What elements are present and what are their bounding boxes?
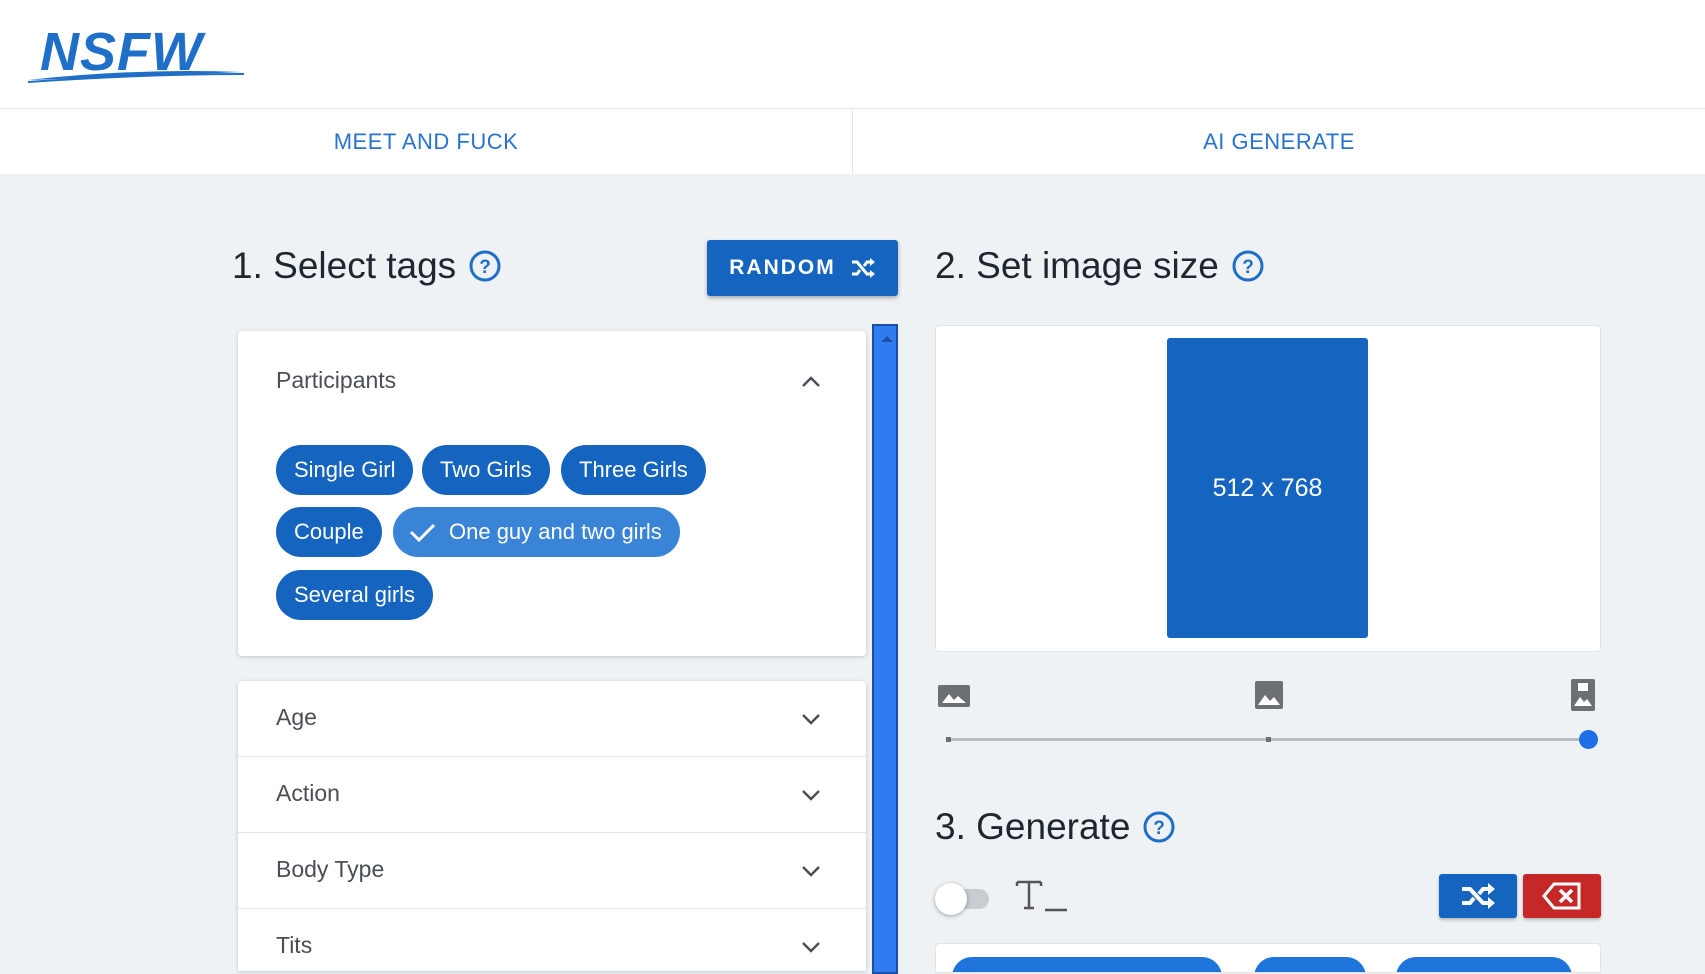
image-size-label: 512 x 768 bbox=[1212, 473, 1323, 502]
tags-scrollbar[interactable] bbox=[872, 324, 898, 974]
step1-heading: 1. Select tags ? bbox=[232, 245, 502, 287]
square-image-icon[interactable] bbox=[1252, 678, 1286, 712]
chip-label: Single Girl bbox=[294, 457, 396, 482]
shuffle-icon bbox=[851, 258, 875, 278]
top-bar: NSFW bbox=[0, 0, 1705, 109]
random-button-label: RANDOM bbox=[729, 256, 836, 279]
chip-two-girls[interactable]: Two Girls bbox=[422, 445, 550, 495]
main-nav: MEET AND FUCK AI GENERATE bbox=[0, 109, 1705, 174]
step2-heading: 2. Set image size ? bbox=[935, 245, 1265, 287]
backspace-icon bbox=[1542, 882, 1581, 910]
landscape-image-icon[interactable] bbox=[937, 678, 971, 712]
chip-single-girl[interactable]: Single Girl bbox=[276, 445, 414, 495]
chip-couple[interactable]: Couple bbox=[276, 507, 382, 557]
shuffle-icon bbox=[1462, 883, 1495, 909]
random-button[interactable]: RANDOM bbox=[707, 240, 898, 296]
svg-text:?: ? bbox=[1242, 257, 1254, 278]
svg-text:?: ? bbox=[479, 257, 491, 278]
participants-panel: Participants Single Girl Two Girls Three… bbox=[238, 331, 866, 656]
brand-logo[interactable]: NSFW bbox=[26, 22, 266, 94]
chevron-up-icon[interactable] bbox=[800, 371, 822, 393]
chip-label: One guy and two girls bbox=[449, 519, 662, 544]
chevron-down-icon bbox=[802, 790, 820, 801]
panel-title: Age bbox=[276, 704, 317, 730]
text-input-icon bbox=[1015, 880, 1067, 912]
chip-label: Two Girls bbox=[440, 457, 532, 482]
panel-title: Tits bbox=[276, 932, 313, 958]
clear-tags-button[interactable] bbox=[1523, 874, 1601, 918]
chip-label: Couple bbox=[294, 519, 364, 544]
help-icon[interactable]: ? bbox=[1231, 249, 1265, 283]
generated-tag-chip[interactable] bbox=[1396, 957, 1572, 972]
size-slider-thumb[interactable] bbox=[1579, 730, 1598, 749]
step3-heading: 3. Generate ? bbox=[935, 806, 1176, 848]
chip-label: Three Girls bbox=[579, 457, 688, 482]
chip-one-guy-two-girls[interactable]: One guy and two girls bbox=[393, 507, 680, 557]
step1-title: 1. Select tags bbox=[232, 245, 457, 286]
help-icon[interactable]: ? bbox=[1142, 810, 1176, 844]
text-mode-toggle[interactable] bbox=[935, 882, 995, 915]
panel-action[interactable]: Action bbox=[238, 757, 866, 833]
tag-category-list: Age Action Body Type Tits bbox=[238, 681, 866, 971]
panel-tits[interactable]: Tits bbox=[238, 909, 866, 971]
svg-text:?: ? bbox=[1154, 818, 1166, 839]
participants-panel-title: Participants bbox=[276, 367, 397, 393]
image-size-preview: 512 x 768 bbox=[1167, 338, 1368, 638]
chip-label: Several girls bbox=[294, 582, 416, 607]
chevron-down-icon bbox=[802, 866, 820, 877]
panel-body-type[interactable]: Body Type bbox=[238, 833, 866, 909]
chevron-down-icon bbox=[802, 714, 820, 725]
chip-three-girls[interactable]: Three Girls bbox=[561, 445, 706, 495]
panel-age[interactable]: Age bbox=[238, 681, 866, 757]
size-slider-tick bbox=[1266, 737, 1271, 742]
generated-tag-chip[interactable] bbox=[1254, 957, 1366, 972]
panel-title: Action bbox=[276, 780, 340, 806]
help-icon[interactable]: ? bbox=[468, 249, 502, 283]
toggle-knob bbox=[935, 883, 967, 915]
check-icon bbox=[409, 523, 436, 543]
generated-tags-card bbox=[935, 943, 1601, 973]
shuffle-tags-button[interactable] bbox=[1439, 874, 1517, 918]
generated-tag-chip[interactable] bbox=[952, 957, 1222, 972]
panel-title: Body Type bbox=[276, 856, 385, 882]
tab-ai-generate[interactable]: AI GENERATE bbox=[852, 109, 1705, 174]
size-slider-tick bbox=[946, 737, 951, 742]
chevron-down-icon bbox=[802, 942, 820, 953]
chip-several-girls[interactable]: Several girls bbox=[276, 570, 434, 620]
tab-meet-and-fuck[interactable]: MEET AND FUCK bbox=[0, 109, 852, 174]
scroll-up-arrow-icon[interactable] bbox=[881, 336, 893, 342]
step3-title: 3. Generate bbox=[935, 806, 1131, 847]
step2-title: 2. Set image size bbox=[935, 245, 1219, 286]
portrait-image-icon[interactable] bbox=[1566, 678, 1600, 712]
